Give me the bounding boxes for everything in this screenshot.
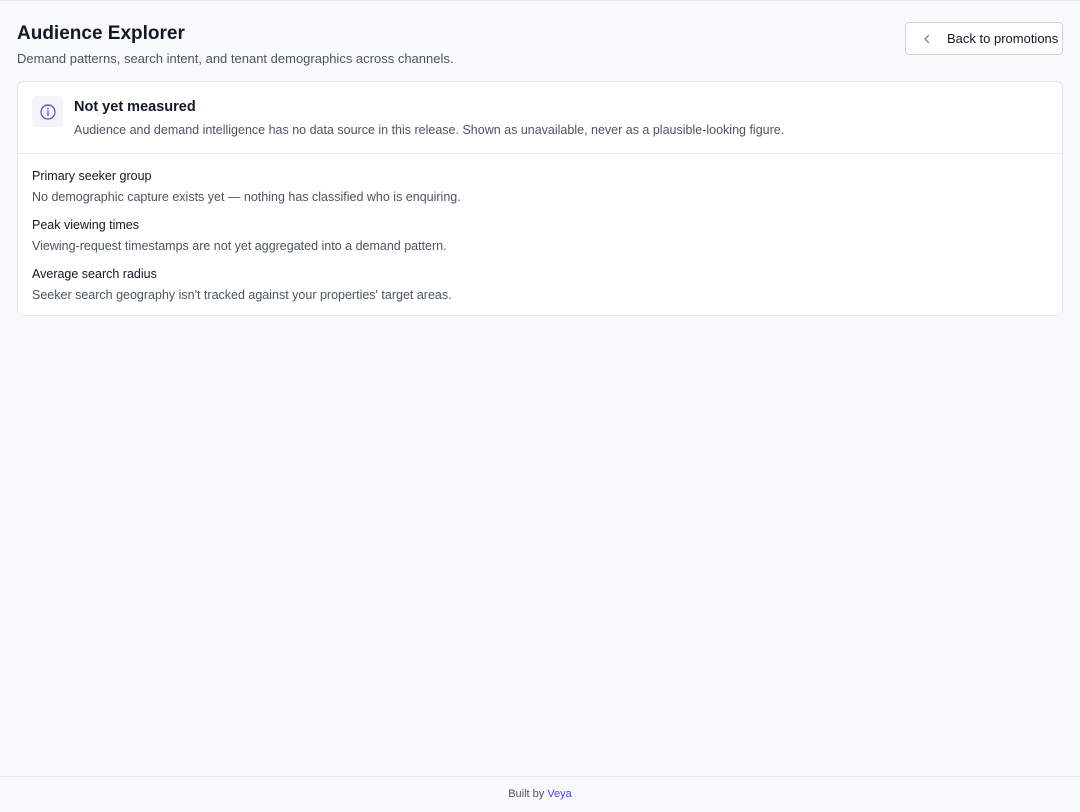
page-title: Audience Explorer <box>17 23 185 44</box>
back-to-promotions-button[interactable]: Back to promotions <box>905 22 1063 55</box>
notice-body: Audience and demand intelligence has no … <box>74 123 785 137</box>
page-subtitle: Demand patterns, search intent, and tena… <box>17 51 454 66</box>
page-footer: Built by Veya <box>0 776 1080 812</box>
metric-description: No demographic capture exists yet — noth… <box>32 190 461 204</box>
footer-brand-link[interactable]: Veya <box>547 788 571 800</box>
metric-label: Primary seeker group <box>32 169 152 183</box>
page-header: Audience Explorer Demand patterns, searc… <box>17 22 1063 72</box>
metric-label: Average search radius <box>32 267 157 281</box>
metric-average-search-radius: Average search radius Seeker search geog… <box>32 266 1032 303</box>
audience-card: Not yet measured Audience and demand int… <box>17 81 1063 316</box>
metric-description: Seeker search geography isn't tracked ag… <box>32 288 452 302</box>
notice-title: Not yet measured <box>74 99 196 115</box>
info-icon <box>32 96 63 127</box>
metric-label: Peak viewing times <box>32 218 139 232</box>
back-button-label: Back to promotions <box>947 31 1059 46</box>
metric-peak-viewing-times: Peak viewing times Viewing-request times… <box>32 217 1032 254</box>
footer-prefix: Built by <box>508 788 548 800</box>
metric-primary-seeker-group: Primary seeker group No demographic capt… <box>32 168 1032 205</box>
not-measured-notice: Not yet measured Audience and demand int… <box>18 82 1062 154</box>
info-icon-glyph <box>39 103 56 120</box>
top-divider <box>0 0 1080 1</box>
chevron-left-icon-glyph <box>924 34 930 43</box>
metric-description: Viewing-request timestamps are not yet a… <box>32 239 447 253</box>
chevron-left-icon <box>921 33 933 45</box>
